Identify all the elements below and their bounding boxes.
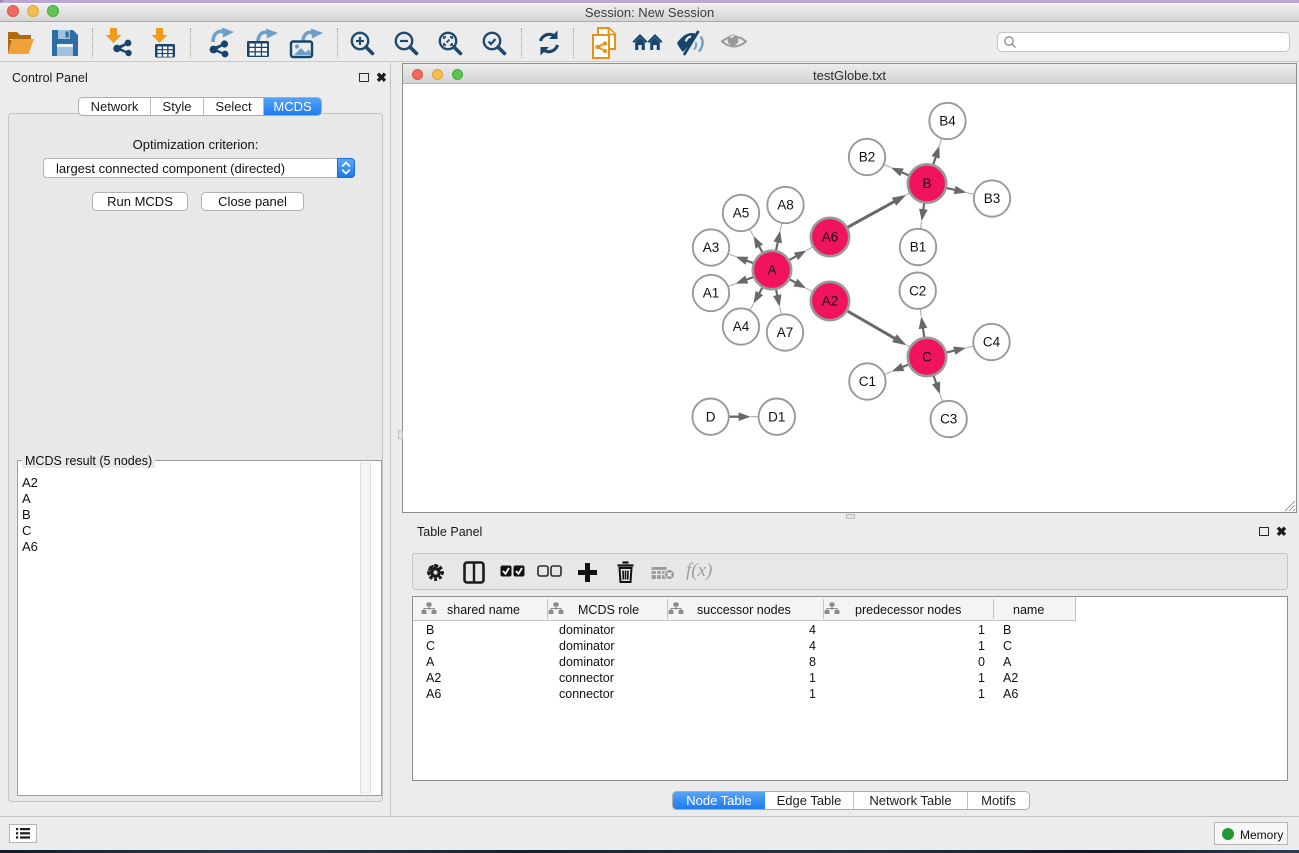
- svg-text:C3: C3: [940, 412, 957, 427]
- svg-text:C: C: [922, 350, 932, 365]
- svg-text:A5: A5: [733, 206, 750, 221]
- svg-text:A2: A2: [822, 294, 839, 309]
- svg-text:A6: A6: [822, 230, 839, 245]
- svg-text:B4: B4: [939, 114, 956, 129]
- svg-text:A8: A8: [777, 198, 794, 213]
- svg-text:B3: B3: [984, 191, 1001, 206]
- svg-text:C4: C4: [983, 335, 1001, 350]
- svg-text:B2: B2: [859, 150, 876, 165]
- svg-text:D: D: [706, 409, 716, 424]
- svg-text:C1: C1: [859, 374, 876, 389]
- svg-text:B1: B1: [910, 240, 927, 255]
- svg-text:A4: A4: [733, 319, 750, 334]
- svg-text:A7: A7: [777, 325, 794, 340]
- svg-text:A1: A1: [703, 286, 720, 301]
- svg-text:B: B: [922, 176, 931, 191]
- svg-text:A: A: [767, 263, 776, 278]
- svg-text:D1: D1: [768, 409, 785, 424]
- svg-text:A3: A3: [703, 240, 720, 255]
- svg-text:C2: C2: [909, 283, 926, 298]
